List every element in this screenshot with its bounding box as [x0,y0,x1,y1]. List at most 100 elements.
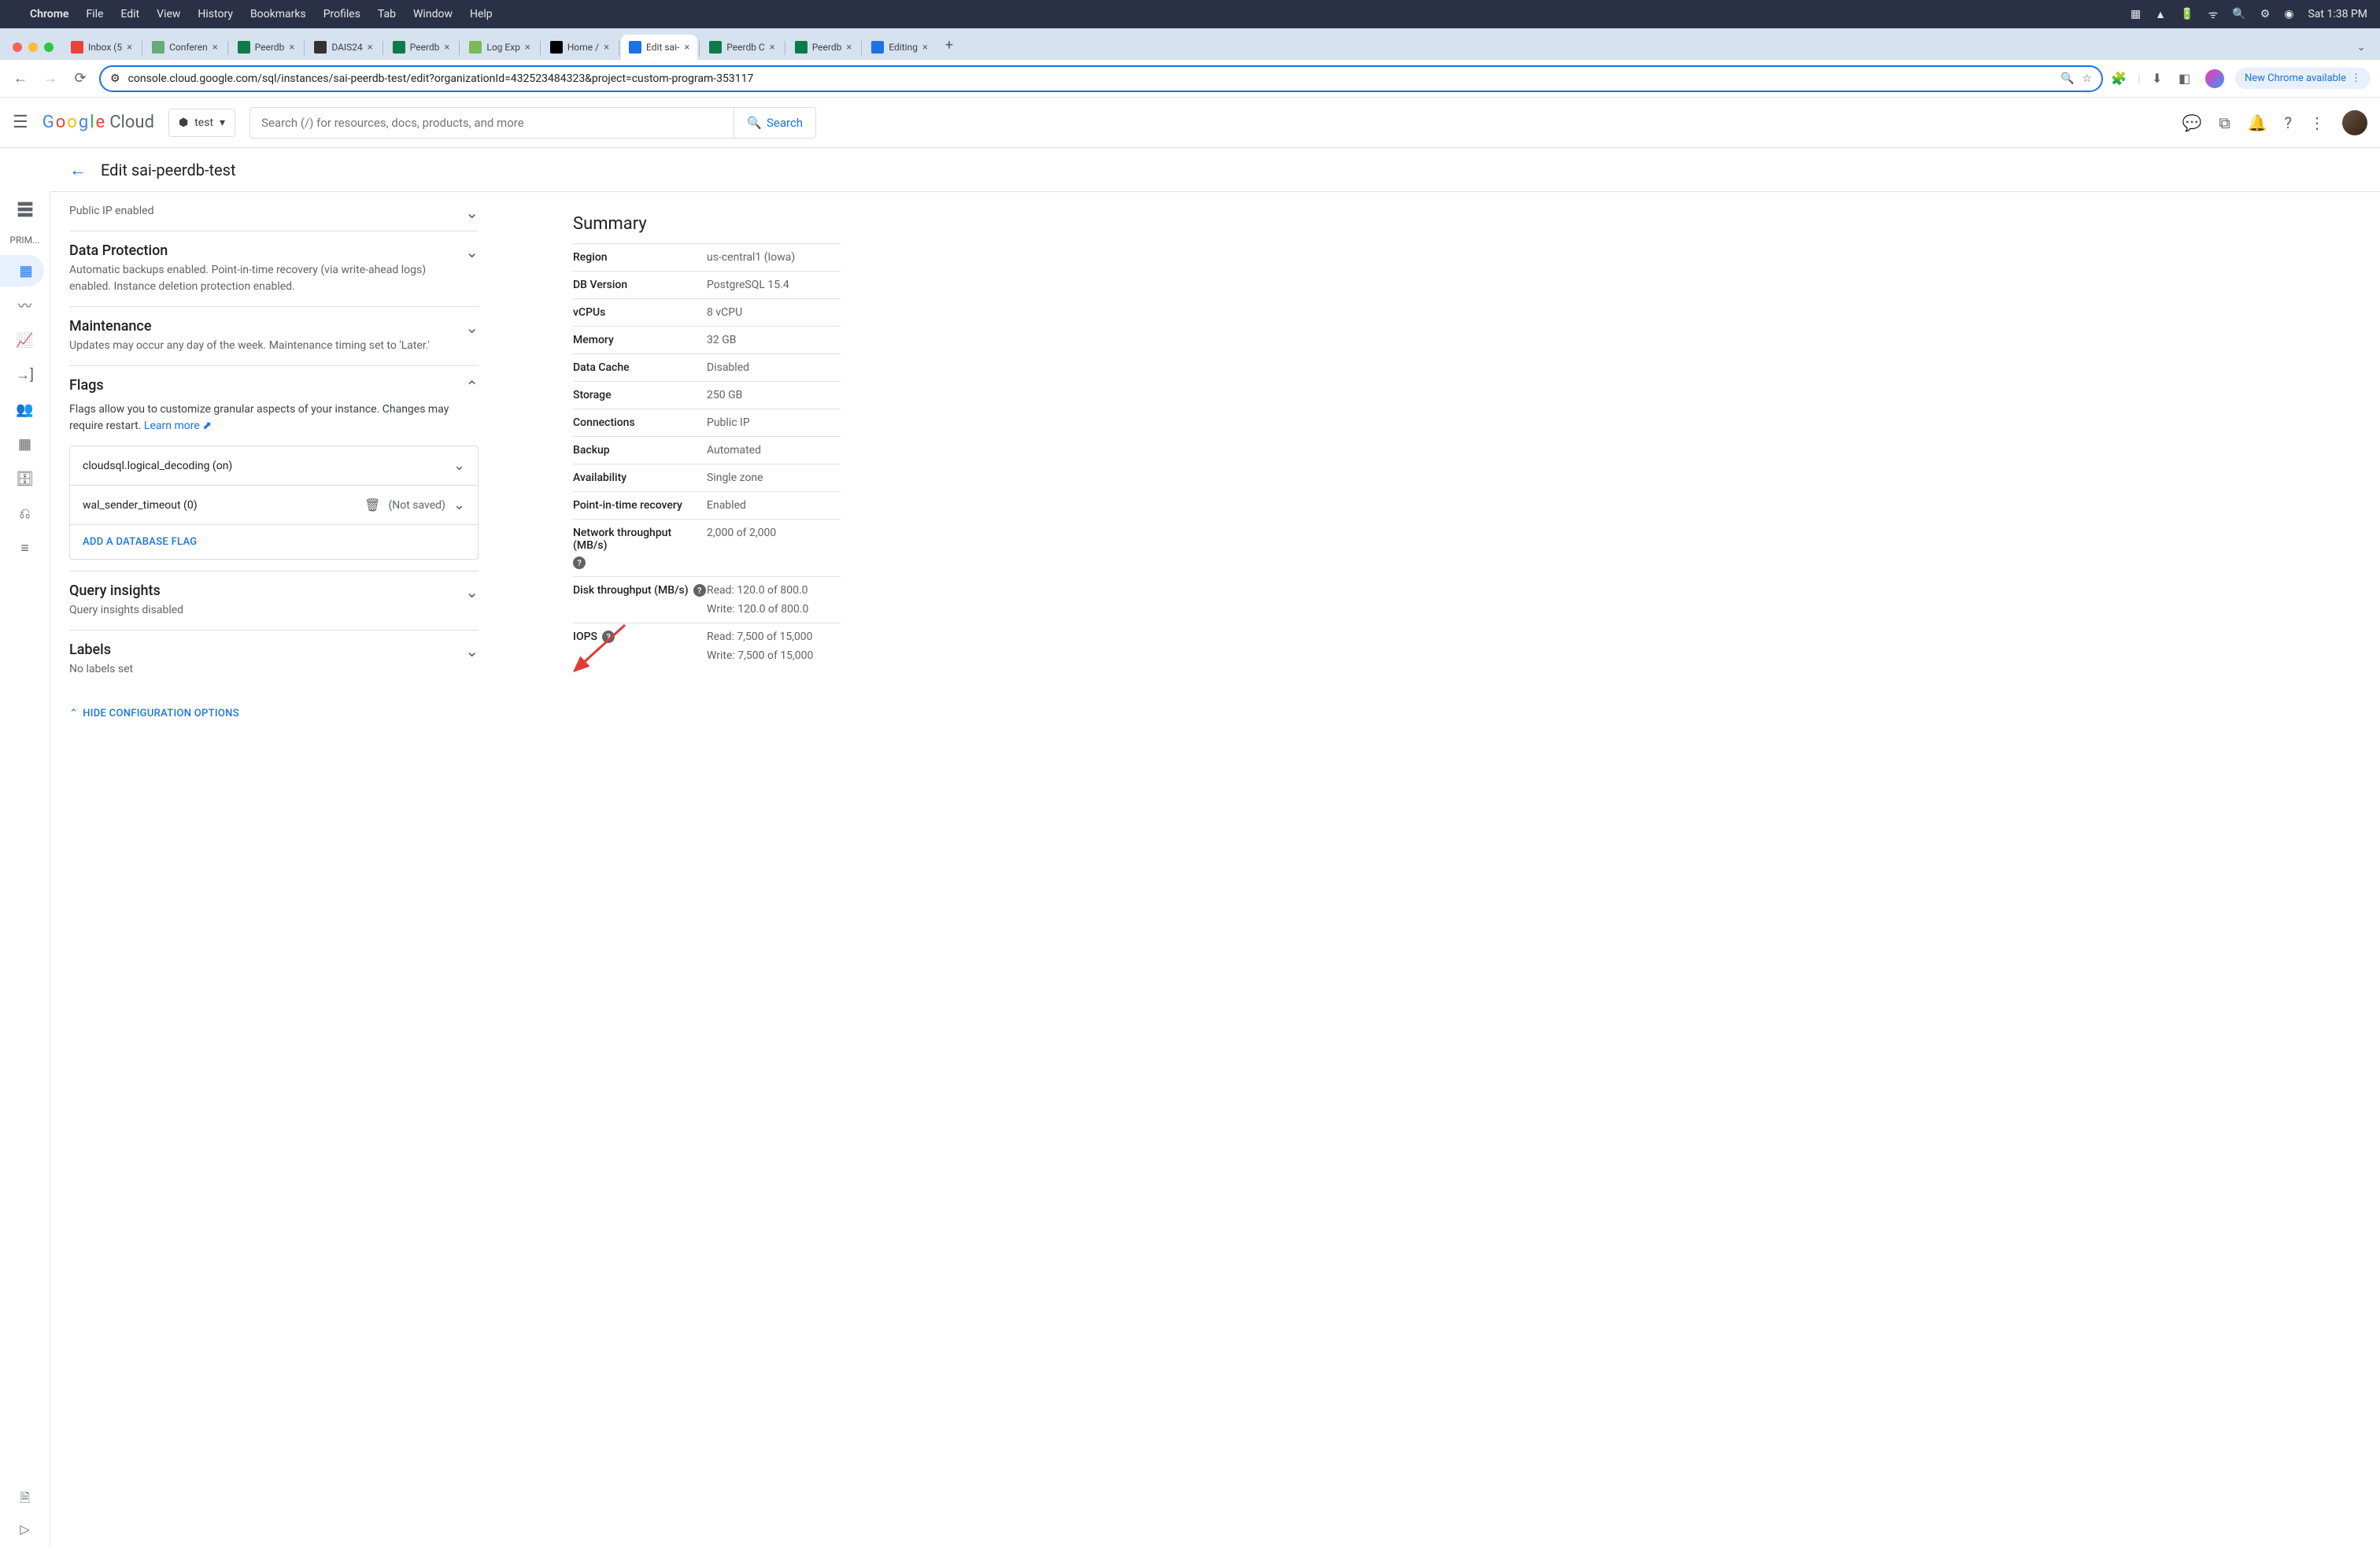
help-icon[interactable]: ? [573,557,586,569]
close-tab-icon[interactable]: × [604,42,609,54]
sql-product-icon[interactable] [14,198,36,220]
control-center-icon[interactable]: ⚙ [2260,8,2271,20]
reload-button[interactable]: ⟳ [69,68,91,90]
close-tab-icon[interactable]: × [525,42,530,54]
site-info-icon[interactable]: ⚙ [110,72,120,85]
chevron-down-icon[interactable]: ⌄ [465,203,479,222]
nav-menu-icon[interactable]: ☰ [13,113,28,132]
bookmark-icon[interactable]: ☆ [2082,72,2093,85]
sidebar-item-monitoring[interactable]: 〰 [0,290,44,321]
gcp-search[interactable]: 🔍 Search [249,107,816,139]
menubar-icon[interactable]: ▦ [2131,8,2141,20]
close-tab-icon[interactable]: × [846,42,852,54]
chevron-down-icon[interactable]: ⌄ [453,497,465,513]
chevron-down-icon[interactable]: ⌄ [465,642,479,660]
sidebar-item-operations[interactable]: ≡ [0,532,44,564]
browser-tab[interactable]: Inbox (5× [63,35,140,60]
chevron-down-icon[interactable]: ⌄ [465,318,479,337]
profile-avatar[interactable] [2205,69,2224,88]
sidebar-item-overview[interactable]: ▦ [0,255,44,287]
battery-icon[interactable]: 🔋 [2180,8,2193,20]
browser-tab[interactable]: Peerdb C× [701,35,782,60]
extensions-icon[interactable]: 🧩 [2111,71,2127,87]
wifi-icon[interactable]: ᯤ [2208,7,2218,22]
browser-tab[interactable]: Peerdb× [230,35,303,60]
marketplace-icon[interactable]: 🗎 [20,1489,30,1511]
close-tab-icon[interactable]: × [289,42,294,54]
sidebar-item-insights[interactable]: 📈 [0,324,44,356]
browser-tab[interactable]: Editing× [863,35,936,60]
browser-tab[interactable]: DAIS24× [306,35,380,60]
close-tab-icon[interactable]: × [444,42,449,54]
maximize-window-icon[interactable] [44,43,54,52]
sidebar-item-replicas[interactable]: ⎌ [0,497,44,529]
sidepanel-icon[interactable]: ◧ [2179,71,2194,87]
help-icon[interactable]: ? [602,631,615,643]
sidebar-item-connections[interactable]: →] [0,359,44,390]
notifications-icon[interactable]: 🔔 [2248,113,2267,132]
more-icon[interactable]: ⋮ [2309,113,2325,132]
forward-button[interactable]: → [39,68,61,90]
close-tab-icon[interactable]: × [922,42,928,54]
tabs-dropdown-icon[interactable]: ⌄ [2352,41,2371,60]
browser-tab[interactable]: Conferen× [144,35,226,60]
chevron-down-icon[interactable]: ⌄ [453,457,465,474]
mac-menu-edit[interactable]: Edit [120,8,139,20]
flag-row[interactable]: wal_sender_timeout (0) 🗑 (Not saved) ⌄ [70,486,478,525]
help-icon[interactable]: ? [2285,113,2292,132]
new-tab-button[interactable]: + [937,37,961,60]
close-window-icon[interactable] [13,43,22,52]
mac-menu-bookmarks[interactable]: Bookmarks [250,8,306,20]
mac-menu-file[interactable]: File [86,8,103,20]
browser-tab[interactable]: Edit sai-× [621,35,697,60]
mac-clock[interactable]: Sat 1:38 PM [2308,8,2367,20]
search-button[interactable]: 🔍 Search [734,108,815,138]
window-controls[interactable] [9,43,61,60]
chevron-down-icon[interactable]: ⌄ [465,242,479,261]
cloudshell-icon[interactable]: ⧉ [2219,113,2230,132]
browser-tab[interactable]: Home /× [542,35,617,60]
sidebar-item-databases[interactable]: ▦ [0,428,44,460]
project-picker[interactable]: ⬢ test ▾ [168,109,235,137]
mac-menu-profiles[interactable]: Profiles [323,8,360,20]
hide-config-button[interactable]: ⌃ HIDE CONFIGURATION OPTIONS [69,708,479,719]
flag-row[interactable]: cloudsql.logical_decoding (on) ⌄ [70,446,478,486]
learn-more-link[interactable]: Learn more ⬈ [144,420,212,432]
help-icon[interactable]: ? [693,584,706,597]
search-input[interactable] [250,116,734,130]
expand-rail-icon[interactable]: ▷ [20,1522,29,1537]
close-tab-icon[interactable]: × [127,42,132,54]
chevron-up-icon[interactable]: ⌃ [465,377,479,396]
delete-icon[interactable]: 🗑 [364,497,380,512]
mac-menu-tab[interactable]: Tab [378,8,396,20]
address-bar[interactable]: ⚙ console.cloud.google.com/sql/instances… [99,65,2103,92]
browser-tab[interactable]: Peerdb× [787,35,860,60]
back-arrow-icon[interactable]: ← [69,160,87,180]
menubar-icon[interactable]: ▲ [2155,8,2166,21]
close-tab-icon[interactable]: × [368,42,373,54]
zoom-icon[interactable]: 🔍 [2060,72,2074,85]
account-avatar[interactable] [2342,110,2367,135]
back-button[interactable]: ← [9,68,31,90]
google-cloud-logo[interactable]: Google Cloud [42,113,154,132]
minimize-window-icon[interactable] [28,43,38,52]
browser-tab[interactable]: Peerdb× [385,35,458,60]
siri-icon[interactable]: ◉ [2284,8,2293,20]
chevron-down-icon[interactable]: ⌄ [465,583,479,601]
chat-icon[interactable]: 💬 [2182,113,2201,132]
new-chrome-button[interactable]: New Chrome available ⋮ [2235,68,2371,89]
mac-app-name[interactable]: Chrome [30,8,68,20]
close-tab-icon[interactable]: × [213,42,218,54]
download-icon[interactable]: ⬇ [2152,71,2168,87]
mac-menu-help[interactable]: Help [470,8,493,20]
sidebar-item-users[interactable]: 👥 [0,394,44,425]
close-tab-icon[interactable]: × [770,42,775,54]
mac-menu-view[interactable]: View [157,8,180,20]
close-tab-icon[interactable]: × [684,42,689,54]
add-flag-button[interactable]: ADD A DATABASE FLAG [70,525,478,559]
more-icon[interactable]: ⋮ [2351,72,2361,84]
browser-tab[interactable]: Log Exp× [461,35,538,60]
spotlight-icon[interactable]: 🔍 [2232,8,2245,20]
sidebar-item-backups[interactable]: 🗄 [0,463,44,494]
mac-menu-history[interactable]: History [198,8,233,20]
